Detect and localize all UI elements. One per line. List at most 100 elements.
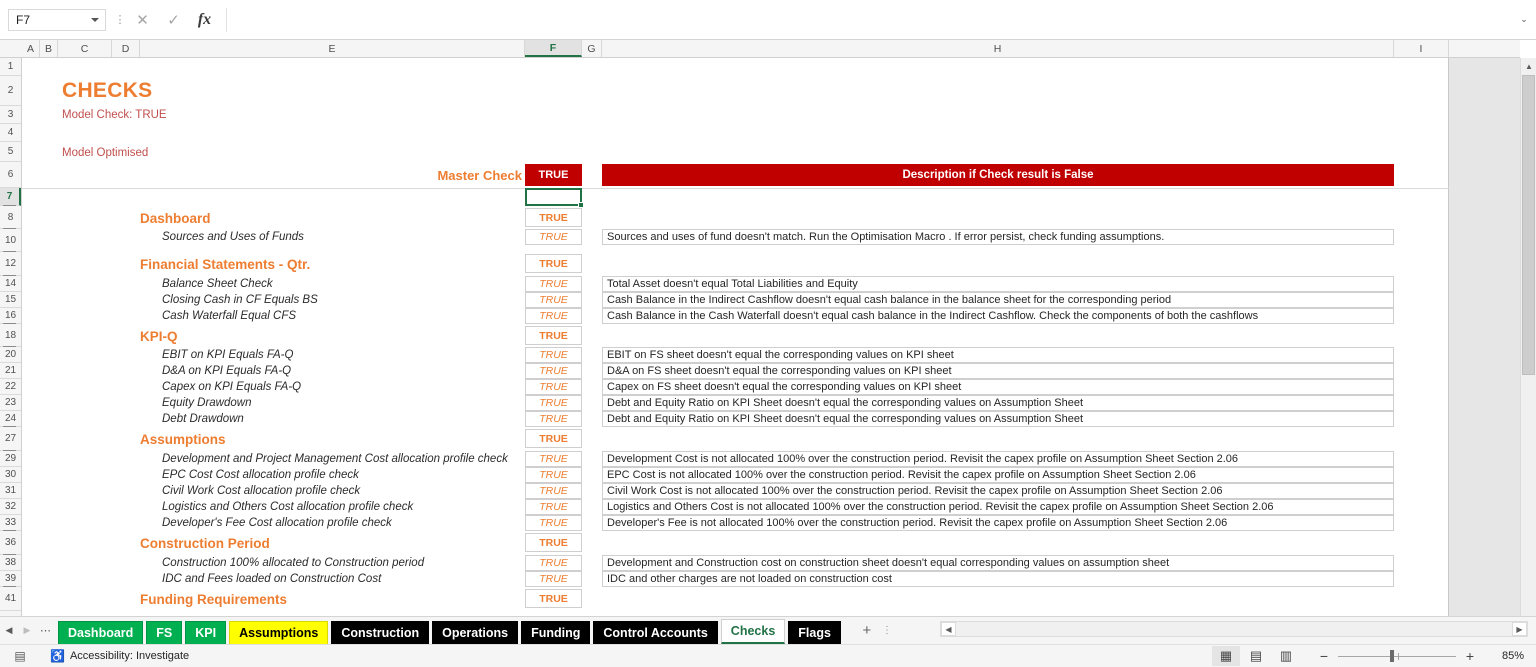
row-header-24[interactable]: 24 [0, 411, 21, 428]
column-header-c[interactable]: C [58, 40, 112, 57]
check-description-row-20: EBIT on FS sheet doesn't equal the corre… [602, 347, 1394, 363]
sheet-tab-dashboard[interactable]: Dashboard [58, 620, 144, 644]
row-header-7[interactable]: 7 [0, 188, 21, 207]
section-check-value-kpi-q: TRUE [525, 326, 582, 345]
column-header-e[interactable]: E [140, 40, 525, 57]
sheet-tab-fs[interactable]: FS [146, 620, 183, 644]
row-header-15[interactable]: 15 [0, 292, 21, 308]
sheet-right-gutter [1449, 58, 1520, 616]
sheet-tab-operations[interactable]: Operations [432, 620, 519, 644]
zoom-level-label[interactable]: 85% [1486, 650, 1524, 662]
row-header-5[interactable]: 5 [0, 142, 21, 162]
check-value-row-33: TRUE [525, 515, 582, 531]
sheet-options-icon[interactable]: ⋮ [880, 619, 894, 643]
check-label-row-23: Equity Drawdown [162, 397, 252, 409]
section-heading-construction-period: Construction Period [140, 535, 270, 551]
column-header-g[interactable]: G [582, 40, 602, 57]
row-header-22[interactable]: 22 [0, 379, 21, 395]
row-header-33[interactable]: 33 [0, 515, 21, 532]
formula-input[interactable] [226, 7, 1512, 32]
next-sheet-icon[interactable]: ▶ [18, 618, 36, 644]
row-header-2[interactable]: 2 [0, 76, 21, 106]
check-description-row-38: Development and Construction cost on con… [602, 555, 1394, 571]
row-headers: 1 2 3 4 5 6 7 8 10 12 14 15 16 18 20 21 22 23 24 27 29 30 31 32… [0, 58, 22, 616]
scroll-right-icon[interactable]: ▶ [1512, 622, 1527, 636]
row-header-3[interactable]: 3 [0, 106, 21, 124]
row-header-20[interactable]: 20 [0, 347, 21, 363]
row-header-39[interactable]: 39 [0, 571, 21, 588]
sheet-tab-checks[interactable]: Checks [720, 618, 786, 644]
section-check-value-financial-statements-qtr: TRUE [525, 254, 582, 273]
expand-formula-bar-icon[interactable]: ⌄ [1516, 11, 1532, 27]
check-label-row-31: Civil Work Cost allocation profile check [162, 485, 361, 497]
check-value-row-24: TRUE [525, 411, 582, 427]
row-header-36[interactable]: 36 [0, 531, 21, 556]
name-box[interactable]: F7 [8, 8, 106, 31]
sheet-tab-kpi[interactable]: KPI [185, 620, 227, 644]
sheet-tab-control-accounts[interactable]: Control Accounts [593, 620, 718, 644]
confirm-icon[interactable]: ✓ [158, 7, 189, 33]
formula-bar: F7 ⋮ ✕ ✓ fx ⌄ [0, 0, 1536, 40]
row-header-38[interactable]: 38 [0, 555, 21, 571]
column-header-b[interactable]: B [40, 40, 58, 57]
sheet-tabs: Dashboard FS KPI Assumptions Construction Ope… [58, 618, 844, 644]
more-sheets-icon[interactable]: ⋯ [36, 618, 56, 644]
prev-sheet-icon[interactable]: ◀ [0, 618, 18, 644]
column-header-f[interactable]: F [525, 40, 582, 57]
row-header-14[interactable]: 14 [0, 276, 21, 292]
check-value-row-16: TRUE [525, 308, 582, 324]
zoom-in-button[interactable]: + [1460, 648, 1480, 664]
row-header-16[interactable]: 16 [0, 308, 21, 325]
row-header-30[interactable]: 30 [0, 467, 21, 483]
row-header-27[interactable]: 27 [0, 427, 21, 452]
scroll-up-icon[interactable]: ▲ [1521, 58, 1536, 74]
row-header-21[interactable]: 21 [0, 363, 21, 379]
zoom-slider[interactable] [1338, 649, 1456, 663]
accessibility-status[interactable]: ♿ Accessibility: Investigate [50, 649, 189, 663]
horizontal-scroll-thumb[interactable] [957, 622, 1511, 636]
column-header-h[interactable]: H [602, 40, 1394, 57]
column-header-i[interactable]: I [1394, 40, 1449, 57]
fx-icon[interactable]: fx [189, 7, 220, 33]
check-label-row-32: Logistics and Others Cost allocation pro… [162, 501, 414, 513]
add-sheet-button[interactable]: + [854, 619, 880, 643]
cancel-icon[interactable]: ✕ [127, 7, 158, 33]
row-header-29[interactable]: 29 [0, 451, 21, 467]
vertical-scroll-thumb[interactable] [1522, 75, 1535, 375]
row-header-8[interactable]: 8 [0, 206, 21, 230]
check-description-row-15: Cash Balance in the Indirect Cashflow do… [602, 292, 1394, 308]
sheet-tab-funding[interactable]: Funding [521, 620, 591, 644]
sheet-tab-flags[interactable]: Flags [788, 620, 841, 644]
sheet-tab-construction[interactable]: Construction [331, 620, 430, 644]
column-header-a[interactable]: A [22, 40, 40, 57]
row-header-6[interactable]: 6 [0, 162, 21, 188]
check-value-row-14: TRUE [525, 276, 582, 292]
row-header-10[interactable]: 10 [0, 229, 21, 253]
row-header-31[interactable]: 31 [0, 483, 21, 499]
scroll-left-icon[interactable]: ◀ [941, 622, 956, 636]
column-header-d[interactable]: D [112, 40, 140, 57]
row-header-12[interactable]: 12 [0, 252, 21, 277]
row-header-32[interactable]: 32 [0, 499, 21, 515]
row-header-23[interactable]: 23 [0, 395, 21, 411]
row-header-1[interactable]: 1 [0, 58, 21, 76]
zoom-slider-knob[interactable] [1390, 650, 1394, 662]
row-header-18[interactable]: 18 [0, 324, 21, 348]
selected-cell-F7[interactable] [525, 188, 584, 208]
page-layout-view-icon[interactable]: ▤ [1242, 646, 1270, 666]
row-header-4[interactable]: 4 [0, 124, 21, 142]
sheet-tab-assumptions[interactable]: Assumptions [229, 620, 329, 644]
normal-view-icon[interactable]: ▦ [1212, 646, 1240, 666]
zoom-slider-midpoint [1398, 652, 1399, 660]
page-break-view-icon[interactable]: ▥ [1272, 646, 1300, 666]
chevron-down-icon[interactable] [91, 17, 99, 22]
row-header-41[interactable]: 41 [0, 587, 21, 611]
row7-divider-left [22, 188, 525, 189]
check-description-row-21: D&A on FS sheet doesn't equal the corres… [602, 363, 1394, 379]
horizontal-scrollbar[interactable]: ◀ ▶ [940, 621, 1528, 637]
macro-record-icon[interactable]: ▤ [12, 648, 28, 664]
vertical-scrollbar[interactable]: ▲ [1520, 58, 1536, 616]
accessibility-label: Accessibility: Investigate [69, 650, 190, 662]
zoom-out-button[interactable]: − [1314, 648, 1334, 664]
check-label-row-21: D&A on KPI Equals FA-Q [162, 365, 292, 377]
